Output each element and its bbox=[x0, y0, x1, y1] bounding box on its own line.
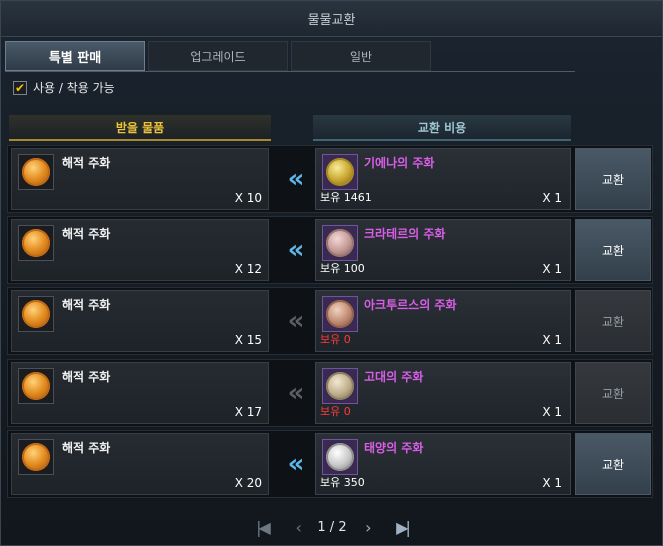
exchange-arrow-icon: « bbox=[287, 449, 305, 479]
exchange-row: 해적 주화 X 15 « 아크투르스의 주화 보유 0 X 1 교환 bbox=[7, 287, 653, 355]
next-page-icon[interactable]: › bbox=[352, 518, 382, 537]
owned-count: 보유 350 bbox=[320, 476, 365, 489]
barter-window: 물물교환 특별 판매 업그레이드 일반 ✔ 사용 / 착용 가능 받을 물품 교… bbox=[0, 0, 663, 546]
exchange-row: 해적 주화 X 12 « 크라테르의 주화 보유 100 X 1 교환 bbox=[7, 216, 653, 284]
exchange-arrow-icon: « bbox=[287, 164, 305, 194]
exchange-arrow-icon: « bbox=[287, 306, 305, 336]
usable-filter[interactable]: ✔ 사용 / 착용 가능 bbox=[13, 79, 115, 96]
prev-page-icon[interactable]: ‹ bbox=[282, 518, 312, 537]
usable-filter-label: 사용 / 착용 가능 bbox=[33, 81, 115, 95]
exchange-row: 해적 주화 X 17 « 고대의 주화 보유 0 X 1 교환 bbox=[7, 359, 653, 427]
cost-item[interactable]: 태양의 주화 보유 350 X 1 bbox=[315, 433, 571, 495]
receive-item[interactable]: 해적 주화 X 15 bbox=[11, 290, 269, 352]
exchange-button[interactable]: 교환 bbox=[575, 290, 651, 352]
cost-item-qty: X 1 bbox=[542, 476, 562, 490]
receive-header: 받을 물품 bbox=[9, 115, 271, 141]
pirate-coin-icon bbox=[18, 225, 54, 261]
cost-item-qty: X 1 bbox=[542, 262, 562, 276]
tab-upgrade[interactable]: 업그레이드 bbox=[148, 41, 288, 71]
receive-item-qty: X 10 bbox=[234, 191, 262, 205]
cost-item-name: 고대의 주화 bbox=[364, 370, 424, 384]
pirate-coin-icon bbox=[18, 439, 54, 475]
page-indicator: 1 / 2 bbox=[317, 519, 347, 535]
exchange-row: 해적 주화 X 10 « 기에나의 주화 보유 1461 X 1 교환 bbox=[7, 145, 653, 213]
cost-item[interactable]: 크라테르의 주화 보유 100 X 1 bbox=[315, 219, 571, 281]
cost-item[interactable]: 기에나의 주화 보유 1461 X 1 bbox=[315, 148, 571, 210]
receive-item-name: 해적 주화 bbox=[62, 227, 111, 241]
tab-divider bbox=[5, 71, 575, 72]
pagination: |◀ ‹ 1 / 2 › ▶| bbox=[247, 515, 417, 539]
receive-item[interactable]: 해적 주화 X 12 bbox=[11, 219, 269, 281]
silver-coin-icon bbox=[322, 439, 358, 475]
cost-item-qty: X 1 bbox=[542, 191, 562, 205]
cost-item-name: 기에나의 주화 bbox=[364, 156, 435, 170]
receive-item-qty: X 15 bbox=[234, 333, 262, 347]
pirate-coin-icon bbox=[18, 154, 54, 190]
cost-item[interactable]: 아크투르스의 주화 보유 0 X 1 bbox=[315, 290, 571, 352]
owned-count: 보유 0 bbox=[320, 405, 351, 418]
owned-count: 보유 0 bbox=[320, 333, 351, 346]
first-page-icon[interactable]: |◀ bbox=[247, 518, 277, 537]
cost-item-name: 크라테르의 주화 bbox=[364, 227, 446, 241]
gold-coin-icon bbox=[322, 154, 358, 190]
cost-item[interactable]: 고대의 주화 보유 0 X 1 bbox=[315, 362, 571, 424]
exchange-button[interactable]: 교환 bbox=[575, 148, 651, 210]
checkmark-icon: ✔ bbox=[14, 80, 26, 95]
receive-item[interactable]: 해적 주화 X 17 bbox=[11, 362, 269, 424]
tab-special-sale[interactable]: 특별 판매 bbox=[5, 41, 145, 71]
tab-general[interactable]: 일반 bbox=[291, 41, 431, 71]
cost-item-qty: X 1 bbox=[542, 405, 562, 419]
window-title: 물물교환 bbox=[1, 1, 662, 37]
receive-item-qty: X 20 bbox=[234, 476, 262, 490]
ancient-coin-icon bbox=[322, 368, 358, 404]
owned-count: 보유 100 bbox=[320, 262, 365, 275]
exchange-arrow-icon: « bbox=[287, 378, 305, 408]
usable-checkbox[interactable]: ✔ bbox=[13, 80, 27, 95]
tab-bar: 특별 판매 업그레이드 일반 bbox=[5, 41, 434, 71]
rose-coin-icon bbox=[322, 225, 358, 261]
receive-item-name: 해적 주화 bbox=[62, 298, 111, 312]
exchange-arrow-icon: « bbox=[287, 235, 305, 265]
cost-item-qty: X 1 bbox=[542, 333, 562, 347]
exchange-button[interactable]: 교환 bbox=[575, 219, 651, 281]
cost-item-name: 아크투르스의 주화 bbox=[364, 298, 457, 312]
receive-item-name: 해적 주화 bbox=[62, 441, 111, 455]
exchange-row: 해적 주화 X 20 « 태양의 주화 보유 350 X 1 교환 bbox=[7, 430, 653, 498]
last-page-icon[interactable]: ▶| bbox=[387, 518, 417, 537]
cost-header: 교환 비용 bbox=[313, 115, 571, 141]
receive-item-qty: X 12 bbox=[234, 262, 262, 276]
pirate-coin-icon bbox=[18, 296, 54, 332]
copper-coin-icon bbox=[322, 296, 358, 332]
receive-item-name: 해적 주화 bbox=[62, 156, 111, 170]
exchange-button[interactable]: 교환 bbox=[575, 433, 651, 495]
receive-item-qty: X 17 bbox=[234, 405, 262, 419]
pirate-coin-icon bbox=[18, 368, 54, 404]
exchange-button[interactable]: 교환 bbox=[575, 362, 651, 424]
receive-item[interactable]: 해적 주화 X 20 bbox=[11, 433, 269, 495]
receive-item[interactable]: 해적 주화 X 10 bbox=[11, 148, 269, 210]
receive-item-name: 해적 주화 bbox=[62, 370, 111, 384]
owned-count: 보유 1461 bbox=[320, 191, 372, 204]
cost-item-name: 태양의 주화 bbox=[364, 441, 424, 455]
